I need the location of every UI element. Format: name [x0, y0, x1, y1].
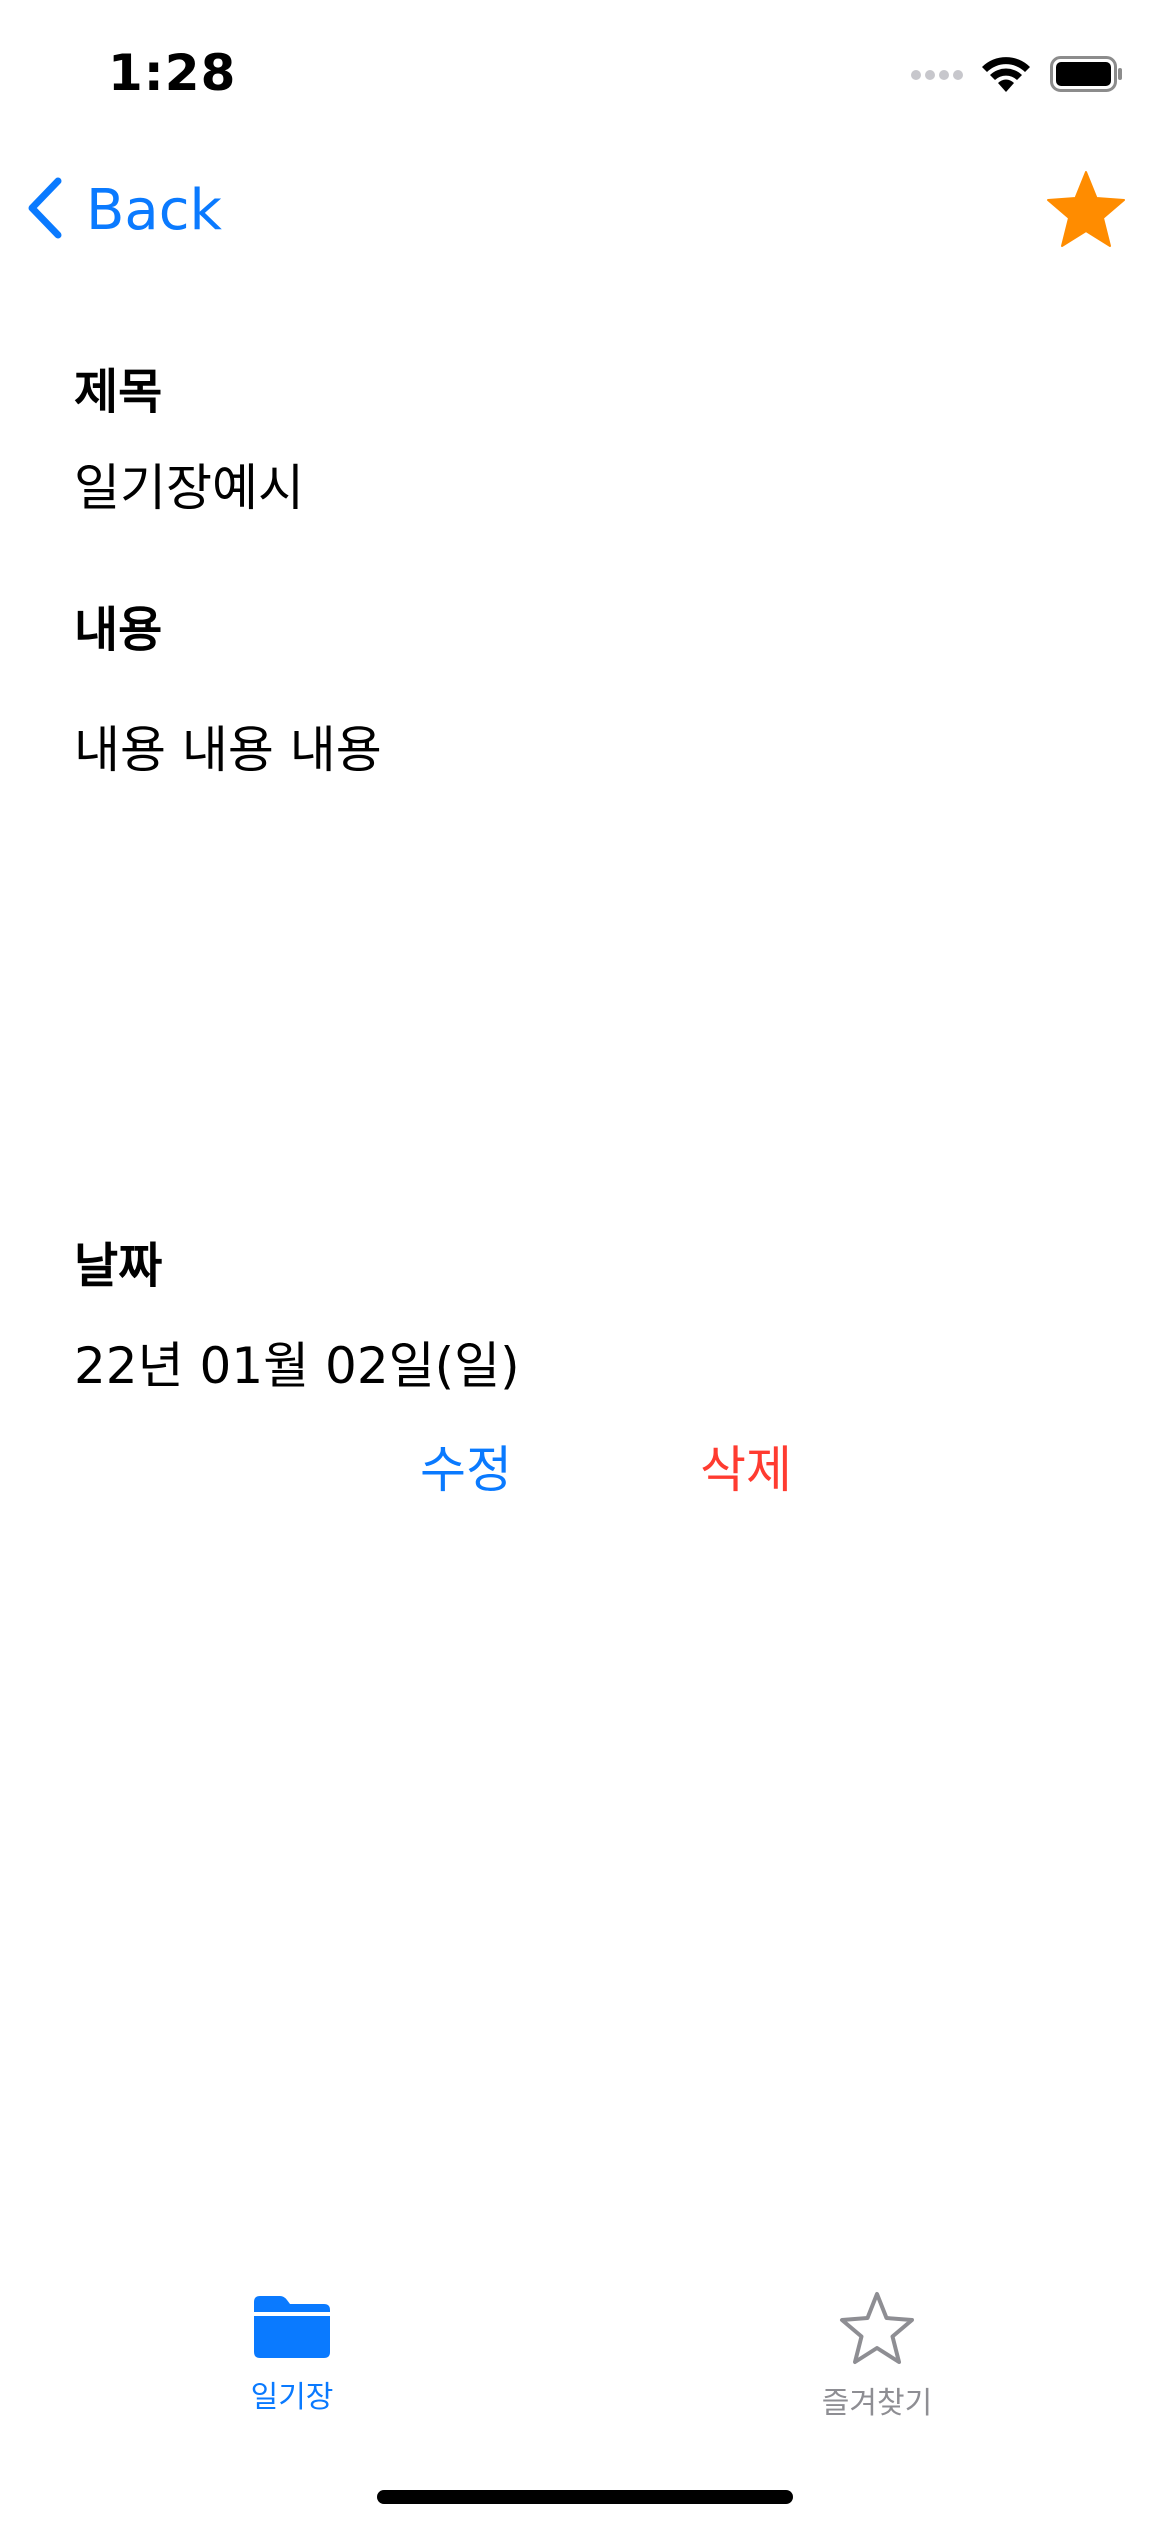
delete-button[interactable]: 삭제	[700, 1430, 792, 1502]
back-button[interactable]: Back	[24, 160, 222, 260]
tab-favorites-label: 즐겨찾기	[821, 2386, 933, 2421]
navigation-bar: Back	[0, 160, 1170, 260]
back-label: Back	[86, 177, 222, 243]
star-filled-icon	[1047, 171, 1125, 247]
favorite-toggle-button[interactable]	[1044, 168, 1128, 252]
tab-favorites[interactable]: 즐겨찾기	[727, 2290, 1027, 2450]
date-value: 22년 01월 02일(일)	[74, 1337, 520, 1395]
status-bar: 1:28	[0, 0, 1170, 140]
title-label: 제목	[74, 364, 163, 420]
star-outline-icon	[835, 2290, 919, 2370]
status-icons	[910, 52, 1124, 100]
title-value: 일기장예시	[74, 459, 304, 517]
status-time: 1:28	[108, 44, 237, 102]
chevron-left-icon	[24, 177, 64, 243]
signal-icon	[910, 67, 966, 86]
tab-bar: 일기장 즐겨찾기	[0, 2290, 1170, 2450]
folder-icon	[250, 2290, 334, 2364]
content-label: 내용	[74, 602, 163, 658]
action-buttons: 수정 삭제	[0, 1430, 1170, 1520]
edit-button[interactable]: 수정	[420, 1430, 512, 1502]
battery-icon	[1050, 56, 1124, 96]
home-indicator[interactable]	[377, 2490, 793, 2504]
tab-diary-label: 일기장	[250, 2380, 334, 2415]
content-value: 내용 내용 내용	[74, 721, 382, 779]
date-label: 날짜	[74, 1238, 163, 1294]
wifi-icon	[980, 54, 1032, 98]
tab-diary[interactable]: 일기장	[142, 2290, 442, 2450]
